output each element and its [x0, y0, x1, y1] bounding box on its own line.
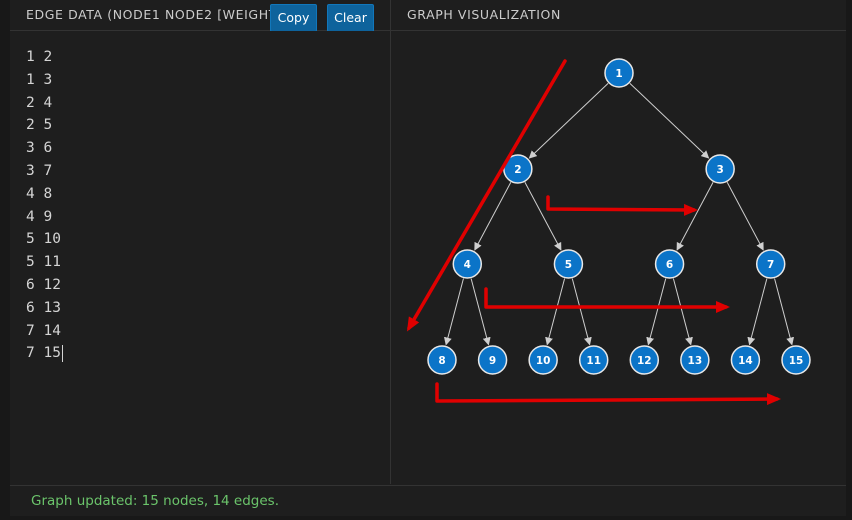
annotation-arrow-level-3	[484, 287, 730, 313]
edge-5-10	[545, 278, 566, 346]
edge-1-3	[629, 82, 710, 159]
graph-title: GRAPH VISUALIZATION	[407, 7, 561, 22]
edge-line: 1 2	[26, 49, 53, 65]
node-label: 15	[789, 355, 804, 367]
edge-line-list: 1 2 1 3 2 4 2 5 3 6 3 7 4 8 4 9 5 10 5 11 6 12 6 13…	[26, 46, 63, 365]
edge-data-title-clip: EDGE DATA (NODE1 NODE2 [WEIGHT])	[10, 0, 272, 30]
copy-button[interactable]: Copy	[270, 4, 317, 32]
node-label: 14	[738, 355, 753, 367]
edge-7-14	[747, 278, 768, 346]
node-label: 13	[688, 355, 703, 367]
text-cursor	[61, 344, 63, 362]
edge-data-title: EDGE DATA (NODE1 NODE2 [WEIGHT])	[26, 7, 272, 22]
edge-data-editor[interactable]: 1 2 1 3 2 4 2 5 3 6 3 7 4 8 4 9 5 10 5 11 6 12 6 13…	[10, 31, 389, 484]
node-label: 2	[514, 164, 521, 176]
graph-node-8[interactable]: 8	[427, 345, 457, 375]
graph-node-13[interactable]: 13	[680, 345, 710, 375]
node-label: 6	[666, 259, 673, 271]
edge-data-panel: EDGE DATA (NODE1 NODE2 [WEIGHT]) Copy Cl…	[10, 0, 391, 484]
node-label: 11	[586, 355, 601, 367]
edge-1-2	[528, 82, 609, 159]
edge-line: 2 4	[26, 94, 53, 111]
node-label: 8	[438, 355, 445, 367]
edge-7-15	[774, 278, 795, 346]
edge-line: 4 8	[26, 185, 53, 202]
graph-node-15[interactable]: 15	[781, 345, 811, 375]
node-label: 4	[464, 259, 471, 271]
graph-node-10[interactable]: 10	[528, 345, 558, 375]
annotation-arrow-level-4	[435, 382, 781, 406]
graph-node-5[interactable]: 5	[553, 249, 584, 279]
edge-line: 3 7	[26, 162, 53, 179]
node-label: 3	[716, 164, 723, 176]
edge-line: 7 14	[26, 322, 61, 339]
edge-3-6	[676, 182, 714, 251]
graph-node-9[interactable]: 9	[477, 345, 508, 375]
graph-node-6[interactable]: 6	[654, 249, 685, 279]
status-text: Graph updated: 15 nodes, 14 edges.	[31, 493, 279, 509]
edge-line: 5 11	[26, 254, 61, 271]
edge-line: 3 6	[26, 140, 53, 157]
node-label: 5	[565, 259, 572, 271]
edge-5-11	[571, 278, 592, 346]
graph-node-12[interactable]: 12	[629, 345, 660, 375]
edge-line: 5 10	[26, 231, 61, 248]
app-window: EDGE DATA (NODE1 NODE2 [WEIGHT]) Copy Cl…	[10, 0, 846, 516]
node-label: 9	[489, 355, 496, 367]
edge-line: 4 9	[26, 208, 53, 225]
node-label: 1	[615, 68, 622, 80]
graph-node-11[interactable]: 11	[578, 345, 609, 375]
node-label: 7	[767, 259, 774, 271]
edge-line: 6 12	[26, 276, 61, 293]
edge-4-8	[443, 278, 464, 346]
node-label: 10	[536, 355, 551, 367]
edge-6-12	[646, 278, 667, 346]
status-bar: Graph updated: 15 nodes, 14 edges.	[10, 485, 846, 516]
graph-node-14[interactable]: 14	[730, 345, 761, 375]
graph-panel: GRAPH VISUALIZATION 1 2 3 4 5 6 7 8 9 10 11 12 13 14 1…	[391, 0, 846, 484]
edge-data-header: EDGE DATA (NODE1 NODE2 [WEIGHT]) Copy Cl…	[10, 0, 390, 32]
edge-3-7	[726, 182, 764, 251]
annotation-arrow-level-2	[546, 195, 698, 216]
graph-node-3[interactable]: 3	[705, 154, 735, 184]
edge-2-4	[474, 182, 512, 251]
graph-node-4[interactable]: 4	[452, 249, 483, 279]
graph-canvas[interactable]: 12 34 5 6 78 9 10 11 12 13 14 15	[391, 31, 846, 484]
edge-2-5	[524, 182, 562, 251]
edge-line: 6 13	[26, 299, 61, 316]
edge-6-13	[672, 278, 693, 346]
edge-line: 1 3	[26, 71, 53, 88]
graph-header: GRAPH VISUALIZATION	[391, 0, 846, 31]
edge-line: 2 5	[26, 117, 53, 134]
edge-line: 7 15	[26, 344, 63, 362]
nodes-layer: 12 34 5 6 78 9 10 11 12 13 14 15	[427, 58, 811, 375]
graph-node-1[interactable]: 1	[604, 58, 634, 88]
clear-button[interactable]: Clear	[327, 4, 374, 32]
node-label: 12	[637, 355, 652, 367]
graph-node-7[interactable]: 7	[755, 249, 786, 279]
